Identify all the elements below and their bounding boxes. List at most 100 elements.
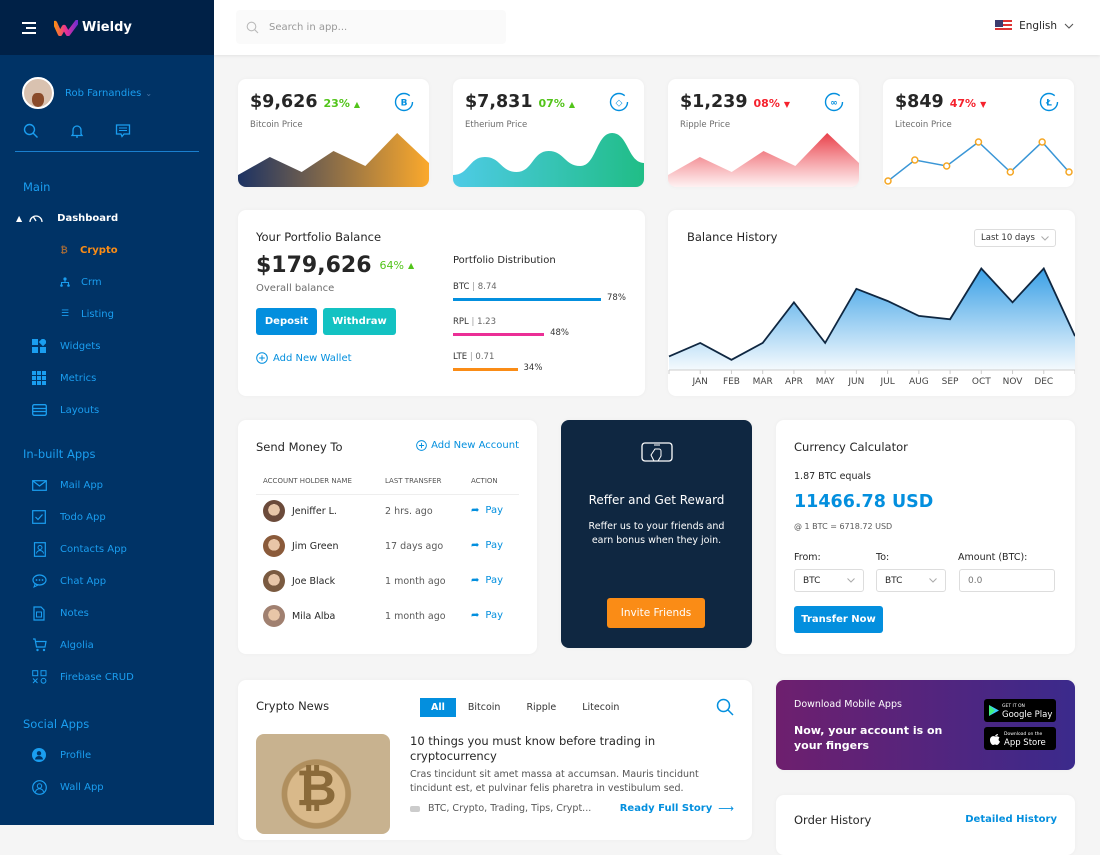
add-wallet-link[interactable]: Add New Wallet bbox=[256, 352, 352, 364]
search-input[interactable]: Search in app... bbox=[236, 10, 506, 44]
menu-toggle-icon[interactable] bbox=[22, 21, 36, 34]
coin-amount: 0.71 bbox=[475, 352, 495, 362]
pay-button[interactable]: ➦ Pay bbox=[471, 505, 503, 516]
share-arrow-icon: ➦ bbox=[471, 505, 480, 516]
sidebar-item-wall[interactable]: Wall App bbox=[0, 771, 214, 803]
equals-label: 1.87 BTC equals bbox=[794, 471, 871, 482]
bell-icon[interactable] bbox=[69, 123, 85, 139]
sidebar-item-contacts[interactable]: Contacts App bbox=[0, 533, 214, 565]
logo-text: Wieldy bbox=[82, 20, 132, 35]
invite-friends-button[interactable]: Invite Friends bbox=[607, 598, 705, 628]
last-transfer: 1 month ago bbox=[385, 611, 446, 622]
x-tick-label: FEB bbox=[723, 377, 740, 387]
sidebar-item-listing[interactable]: ☰ Listing bbox=[0, 298, 214, 330]
coin-amount: 1.23 bbox=[477, 317, 496, 327]
app-store-button[interactable]: Download on the App Store bbox=[984, 727, 1056, 750]
logo[interactable]: Wieldy bbox=[54, 19, 132, 36]
mail-icon bbox=[31, 478, 47, 492]
x-tick-label: JAN bbox=[692, 377, 708, 387]
sidebar-item-crypto[interactable]: ₿ Crypto bbox=[0, 234, 214, 266]
sidebar-item-mail[interactable]: Mail App bbox=[0, 469, 214, 501]
sparkline-chart bbox=[668, 133, 859, 187]
arrow-down-icon: ▼ bbox=[783, 100, 791, 109]
pay-button[interactable]: ➦ Pay bbox=[471, 540, 503, 551]
sparkline-area bbox=[453, 133, 644, 187]
search-icon[interactable] bbox=[716, 698, 734, 716]
distribution-bar bbox=[453, 298, 601, 301]
card-title: Send Money To bbox=[256, 440, 343, 454]
sidebar-item-metrics[interactable]: Metrics bbox=[0, 362, 214, 394]
search-icon bbox=[246, 21, 259, 33]
share-arrow-icon: ➦ bbox=[471, 575, 480, 586]
price-value: $9,626 bbox=[250, 92, 318, 112]
withdraw-button[interactable]: Withdraw bbox=[323, 308, 396, 335]
crud-icon bbox=[31, 670, 47, 684]
sidebar-item-profile[interactable]: Profile bbox=[0, 739, 214, 771]
sidebar-item-layouts[interactable]: Layouts bbox=[0, 394, 214, 426]
apple-icon bbox=[990, 733, 1000, 745]
sidebar-quick-icons bbox=[15, 109, 199, 152]
svg-text:B: B bbox=[401, 99, 408, 109]
column-header: ACTION bbox=[471, 477, 498, 485]
price-card: $1,239 08% ▼ Ripple Price ∞ bbox=[668, 79, 859, 187]
distribution-pct: 48% bbox=[550, 328, 569, 338]
news-headline[interactable]: 10 things you must know before trading i… bbox=[410, 734, 670, 764]
crypto-news-card: Crypto News All Bitcoin Ripple Litecoin ₿ 1… bbox=[238, 680, 752, 840]
news-tab-ripple[interactable]: Ripple bbox=[514, 698, 568, 717]
sparkline-point bbox=[911, 156, 919, 164]
language-selector[interactable]: English bbox=[995, 20, 1074, 32]
sidebar-item-todo[interactable]: Todo App bbox=[0, 501, 214, 533]
news-image[interactable]: ₿ bbox=[256, 734, 390, 834]
deposit-button[interactable]: Deposit bbox=[256, 308, 317, 335]
transfer-now-button[interactable]: Transfer Now bbox=[794, 606, 883, 633]
chevron-up-icon: ▲ bbox=[16, 213, 23, 223]
chevron-down-icon bbox=[847, 578, 855, 583]
sidebar-item-algolia[interactable]: Algolia bbox=[0, 629, 214, 661]
sidebar-item-dashboard[interactable]: ▲ Dashboard bbox=[0, 202, 214, 234]
coin-code: LTE bbox=[453, 352, 468, 362]
last-transfer: 2 hrs. ago bbox=[385, 506, 433, 517]
arrow-down-icon: ▼ bbox=[980, 100, 987, 109]
amount-input[interactable] bbox=[959, 569, 1055, 592]
from-currency-select[interactable]: BTC bbox=[794, 569, 864, 592]
language-label: English bbox=[1019, 20, 1057, 32]
news-tab-all[interactable]: All bbox=[420, 698, 456, 717]
news-tab-bitcoin[interactable]: Bitcoin bbox=[456, 698, 513, 717]
to-currency-select[interactable]: BTC bbox=[876, 569, 946, 592]
balance-history-card: Balance History Last 10 days JAN FEB MAR AP… bbox=[668, 210, 1075, 396]
distribution-title: Portfolio Distribution bbox=[453, 255, 556, 266]
user-profile[interactable]: Rob Farnandies ⌄ bbox=[0, 55, 214, 109]
user-name: Rob Farnandies bbox=[65, 87, 142, 99]
read-full-story-link[interactable]: Ready Full Story ⟶ bbox=[620, 802, 734, 815]
wieldy-logo-icon bbox=[54, 19, 78, 36]
amount-label: Amount (BTC): bbox=[958, 552, 1028, 563]
sparkline-point bbox=[884, 177, 892, 185]
tag-icon bbox=[410, 805, 420, 812]
price-card: $849 47% ▼ Litecoin Price Ł bbox=[883, 79, 1074, 187]
column-header: ACCOUNT HOLDER NAME bbox=[263, 477, 352, 485]
price-change: 07% bbox=[538, 97, 565, 110]
news-tab-litecoin[interactable]: Litecoin bbox=[570, 698, 631, 717]
add-account-link[interactable]: Add New Account bbox=[416, 440, 519, 451]
avatar bbox=[263, 605, 285, 627]
sidebar-item-label: Algolia bbox=[60, 639, 94, 651]
price-value: $1,239 bbox=[680, 92, 748, 112]
svg-text:◇: ◇ bbox=[616, 99, 623, 109]
sidebar-item-chat[interactable]: Chat App bbox=[0, 565, 214, 597]
x-tick-label: DEC bbox=[1034, 377, 1053, 387]
sidebar-item-label: Layouts bbox=[60, 404, 100, 416]
detailed-history-link[interactable]: Detailed History bbox=[965, 814, 1057, 825]
pay-button[interactable]: ➦ Pay bbox=[471, 610, 503, 621]
conversion-result: 11466.78 USD bbox=[794, 492, 934, 512]
message-icon[interactable] bbox=[115, 123, 131, 139]
sidebar-item-crm[interactable]: Crm bbox=[0, 266, 214, 298]
pay-button[interactable]: ➦ Pay bbox=[471, 575, 503, 586]
download-subtitle: Now, your account is on your fingers bbox=[794, 724, 943, 752]
from-value: BTC bbox=[803, 575, 821, 586]
sidebar-item-firebase-crud[interactable]: Firebase CRUD bbox=[0, 661, 214, 693]
pay-label: Pay bbox=[485, 610, 504, 621]
sidebar-item-notes[interactable]: Notes bbox=[0, 597, 214, 629]
search-icon[interactable] bbox=[23, 123, 39, 139]
google-play-button[interactable]: GET IT ON Google Play bbox=[984, 699, 1056, 722]
sidebar-item-widgets[interactable]: Widgets bbox=[0, 330, 214, 362]
